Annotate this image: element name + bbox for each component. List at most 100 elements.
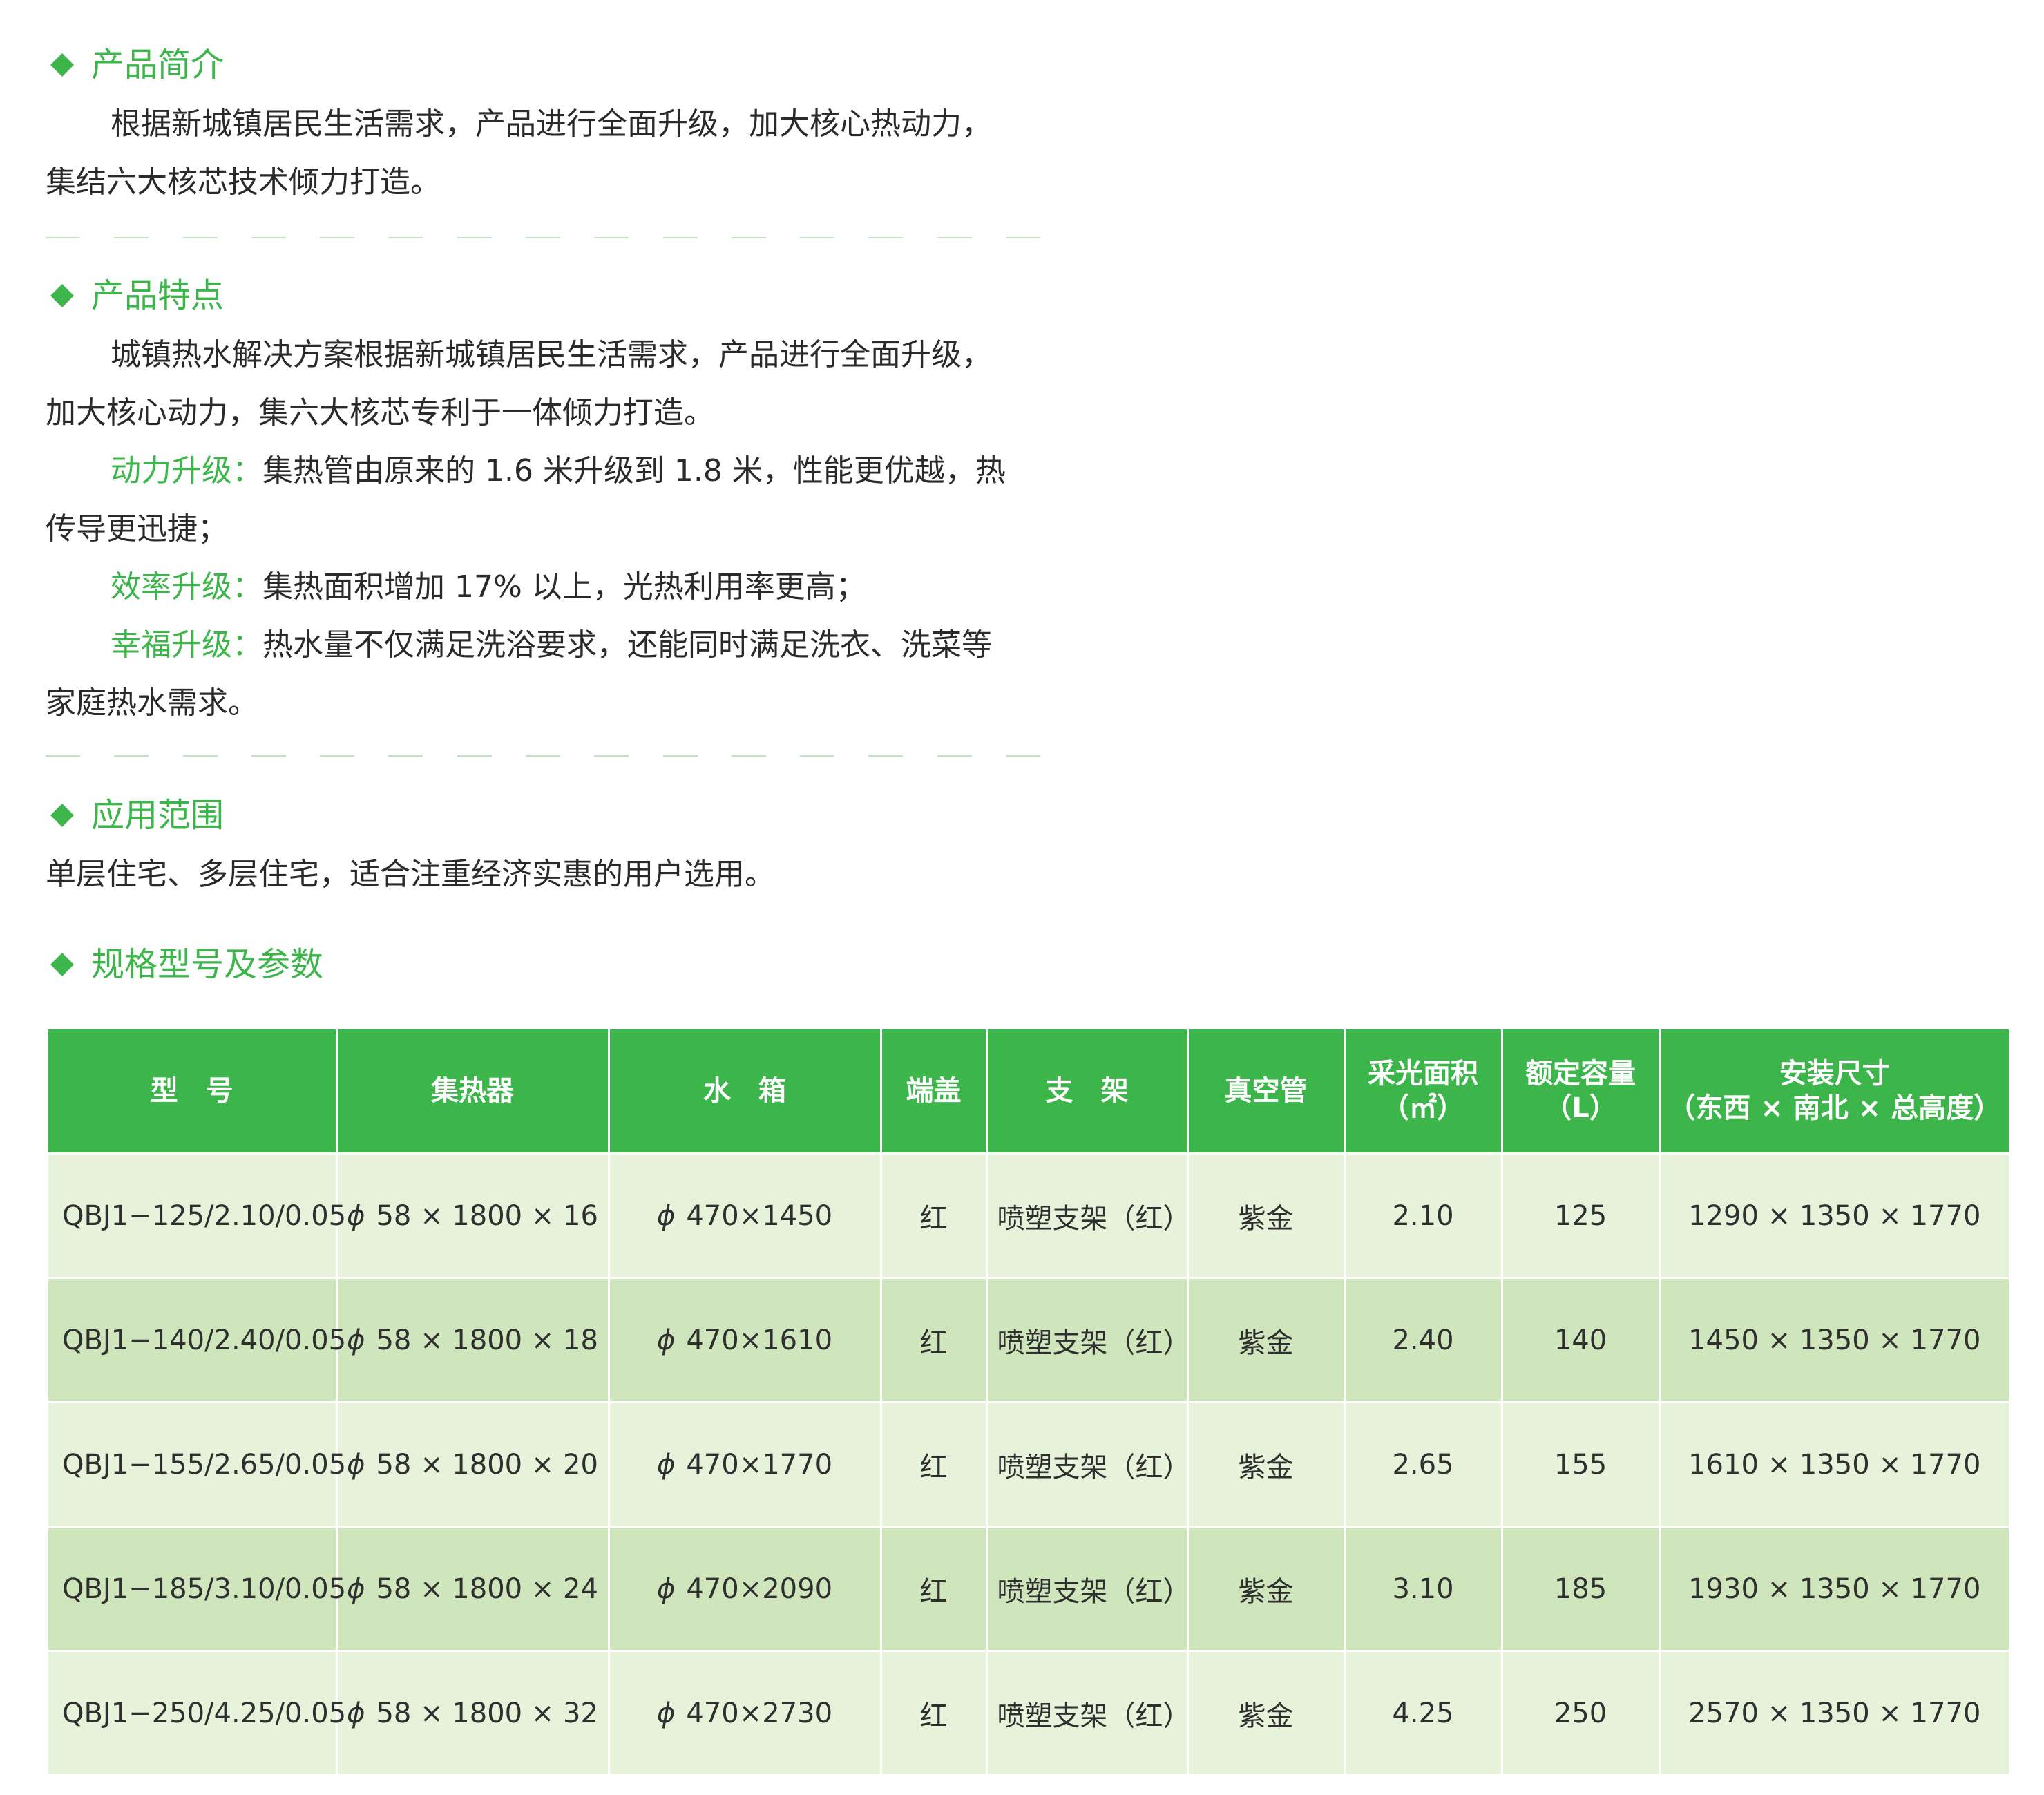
specs-title: 规格型号及参数 [91, 945, 324, 984]
scope-section: 应用范围 单层住宅、多层住宅，适合注重经济实惠的用户选用。 [46, 795, 1040, 904]
cell-tank-value: 470×1450 [686, 1199, 833, 1232]
cell-stand: 喷塑支架（红） [986, 1401, 1191, 1527]
divider-dashed [46, 237, 1040, 240]
cell-stand: 喷塑支架（红） [986, 1277, 1191, 1403]
scope-title: 应用范围 [91, 796, 225, 835]
intro-line-1: 根据新城镇居民生活需求，产品进行全面升级，加大核心热动力， [111, 106, 992, 142]
cell-tank: ϕ 470×1450 [609, 1152, 882, 1278]
header-cap: 端盖 [881, 1029, 988, 1154]
phi-symbol: ϕ [656, 1573, 676, 1605]
header-area: 采光面积 （㎡） [1344, 1029, 1503, 1154]
phi-symbol: ϕ [347, 1324, 365, 1356]
header-tube: 真空管 [1187, 1029, 1346, 1154]
phi-symbol: ϕ [347, 1199, 365, 1232]
header-tank: 水 箱 [609, 1029, 882, 1154]
table-row: QBJ1−125/2.10/0.05 ϕ 58 × 1800 × 16 ϕ 470×… [48, 1152, 2009, 1278]
header-size: 安装尺寸 （东西 × 南北 × 总高度） [1659, 1029, 2009, 1154]
cell-collector: ϕ 58 × 1800 × 16 [336, 1152, 610, 1278]
feature-power-label: 动力升级： [111, 453, 262, 488]
header-size-label: 安装尺寸 [1779, 1058, 1890, 1090]
diamond-bullet-icon [50, 804, 74, 827]
cell-model: QBJ1−185/3.10/0.05 [48, 1526, 346, 1651]
cell-collector-value: 58 × 1800 × 24 [376, 1573, 598, 1605]
cell-cap: 红 [881, 1152, 988, 1278]
specs-section: 规格型号及参数 [46, 944, 1040, 985]
feature-happiness-text: 热水量不仅满足洗浴要求，还能同时满足洗衣、洗菜等 [262, 627, 992, 663]
scope-text: 单层住宅、多层住宅，适合注重经济实惠的用户选用。 [46, 857, 775, 892]
cell-tank: ϕ 470×1770 [609, 1401, 882, 1527]
features-line-2: 加大核心动力，集六大核芯专利于一体倾力打造。 [46, 395, 714, 430]
cell-collector: ϕ 58 × 1800 × 20 [336, 1401, 610, 1527]
specs-heading: 规格型号及参数 [46, 944, 1040, 985]
header-volume-unit: （L） [1544, 1092, 1617, 1124]
intro-title: 产品简介 [91, 46, 225, 84]
phi-symbol: ϕ [656, 1324, 676, 1356]
cell-volume: 140 [1502, 1277, 1661, 1403]
cell-collector: ϕ 58 × 1800 × 32 [336, 1650, 610, 1774]
cell-cap: 红 [881, 1650, 988, 1774]
phi-symbol: ϕ [656, 1697, 676, 1729]
cell-collector-value: 58 × 1800 × 20 [376, 1448, 598, 1481]
header-model: 型 号 [48, 1029, 338, 1154]
feature-power-text-2: 传导更迅捷； [46, 511, 228, 547]
cell-collector: ϕ 58 × 1800 × 24 [336, 1526, 610, 1651]
cell-model: QBJ1−125/2.10/0.05 [48, 1152, 346, 1278]
cell-stand: 喷塑支架（红） [986, 1526, 1191, 1651]
features-line-1: 城镇热水解决方案根据新城镇居民生活需求，产品进行全面升级， [111, 337, 992, 372]
cell-tank-value: 470×1610 [686, 1324, 833, 1356]
features-heading: 产品特点 [46, 275, 1040, 316]
cell-collector-value: 58 × 1800 × 16 [376, 1199, 598, 1232]
cell-area: 3.10 [1344, 1526, 1503, 1651]
feature-power: 动力升级：集热管由原来的 1.6 米升级到 1.8 米，性能更优越，热 [46, 442, 1040, 500]
intro-heading: 产品简介 [46, 44, 1040, 86]
cell-tank: ϕ 470×1610 [609, 1277, 882, 1403]
header-area-label: 采光面积 [1368, 1058, 1478, 1090]
header-collector: 集热器 [336, 1029, 610, 1154]
cell-tank: ϕ 470×2730 [609, 1650, 882, 1774]
features-section: 产品特点 城镇热水解决方案根据新城镇居民生活需求，产品进行全面升级， 加大核心动… [46, 275, 1040, 732]
feature-happiness-label: 幸福升级： [111, 627, 262, 663]
cell-area: 2.40 [1344, 1277, 1503, 1403]
cell-tube: 紫金 [1187, 1152, 1346, 1278]
cell-volume: 185 [1502, 1526, 1661, 1651]
cell-cap: 红 [881, 1526, 988, 1651]
table-row: QBJ1−140/2.40/0.05 ϕ 58 × 1800 × 18 ϕ 470×… [48, 1277, 2009, 1403]
cell-size: 1450 × 1350 × 1770 [1659, 1277, 2009, 1403]
cell-model: QBJ1−140/2.40/0.05 [48, 1277, 346, 1403]
diamond-bullet-icon [50, 284, 74, 307]
cell-size: 2570 × 1350 × 1770 [1659, 1650, 2009, 1774]
table-row: QBJ1−250/4.25/0.05 ϕ 58 × 1800 × 32 ϕ 470×… [48, 1650, 2009, 1774]
cell-tube: 紫金 [1187, 1526, 1346, 1651]
header-area-unit: （㎡） [1382, 1092, 1464, 1124]
cell-size: 1610 × 1350 × 1770 [1659, 1401, 2009, 1527]
phi-symbol: ϕ [656, 1199, 676, 1232]
divider-dashed [46, 755, 1040, 758]
cell-area: 2.65 [1344, 1401, 1503, 1527]
header-volume-label: 额定容量 [1525, 1058, 1636, 1090]
table-row: QBJ1−185/3.10/0.05 ϕ 58 × 1800 × 24 ϕ 470×… [48, 1526, 2009, 1651]
header-volume: 额定容量 （L） [1502, 1029, 1661, 1154]
feature-happiness: 幸福升级：热水量不仅满足洗浴要求，还能同时满足洗衣、洗菜等 [46, 616, 1040, 674]
cell-tank: ϕ 470×2090 [609, 1526, 882, 1651]
scope-heading: 应用范围 [46, 795, 1040, 836]
spec-table: 型 号 集热器 水 箱 端盖 支 架 真空管 采光面积 （㎡） 额定容量 （L）… [48, 1029, 2009, 1774]
cell-cap: 红 [881, 1401, 988, 1527]
intro-section: 产品简介 根据新城镇居民生活需求，产品进行全面升级，加大核心热动力， 集结六大核… [46, 44, 1040, 211]
phi-symbol: ϕ [347, 1573, 365, 1605]
cell-area: 2.10 [1344, 1152, 1503, 1278]
header-stand: 支 架 [986, 1029, 1189, 1154]
feature-efficiency-text: 集热面积增加 17% 以上，光热利用率更高； [262, 569, 866, 605]
cell-collector-value: 58 × 1800 × 32 [376, 1697, 598, 1729]
cell-tank-value: 470×2730 [686, 1697, 833, 1729]
cell-volume: 155 [1502, 1401, 1661, 1527]
cell-model: QBJ1−250/4.25/0.05 [48, 1650, 346, 1774]
cell-cap: 红 [881, 1277, 988, 1403]
spec-table-header: 型 号 集热器 水 箱 端盖 支 架 真空管 采光面积 （㎡） 额定容量 （L）… [48, 1029, 2009, 1154]
feature-power-text: 集热管由原来的 1.6 米升级到 1.8 米，性能更优越，热 [262, 453, 1006, 488]
phi-symbol: ϕ [347, 1697, 365, 1729]
phi-symbol: ϕ [656, 1448, 676, 1481]
cell-stand: 喷塑支架（红） [986, 1650, 1191, 1774]
cell-size: 1930 × 1350 × 1770 [1659, 1526, 2009, 1651]
cell-area: 4.25 [1344, 1650, 1503, 1774]
cell-tube: 紫金 [1187, 1401, 1346, 1527]
